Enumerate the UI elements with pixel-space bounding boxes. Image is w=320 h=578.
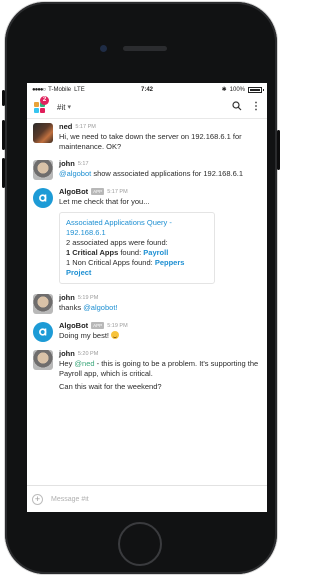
attachment-text: found: — [118, 248, 144, 257]
timestamp: 5:20 PM — [77, 350, 99, 357]
volume-down-button — [2, 158, 5, 188]
avatar[interactable] — [33, 160, 53, 180]
message-item: john 5:17 @algobot show associated appli… — [33, 159, 261, 180]
author-name[interactable]: john — [59, 293, 75, 302]
algobot-icon — [39, 194, 47, 202]
status-time: 7:42 — [140, 86, 153, 93]
message-text-start: thanks — [59, 303, 84, 312]
message-header: ned 5:17 PM — [59, 122, 261, 131]
message-text: Doing my best! — [59, 331, 261, 341]
status-bar: ●●●●○ T-Mobile LTE 7:42 ✱ 100% — [27, 83, 267, 96]
team-switcher[interactable]: 2 — [33, 96, 49, 114]
message-header: AlgoBot APP 5:19 PM — [59, 321, 261, 330]
message-header: john 5:17 — [59, 159, 261, 168]
home-button[interactable] — [118, 522, 162, 566]
mute-switch — [2, 90, 5, 106]
message-body: AlgoBot APP 5:17 PM Let me check that fo… — [59, 187, 261, 286]
avatar[interactable] — [33, 123, 53, 143]
app-tag: APP — [91, 322, 105, 329]
battery-level-fill — [250, 88, 260, 91]
message-body: john 5:17 @algobot show associated appli… — [59, 159, 261, 180]
earpiece-speaker — [123, 46, 167, 51]
more-vertical-icon[interactable]: ⋮ — [251, 102, 261, 112]
battery-icon — [248, 86, 264, 93]
chevron-down-icon[interactable]: ▾ — [67, 103, 71, 111]
critical-apps-label: 1 Critical Apps — [66, 248, 119, 257]
author-name[interactable]: john — [59, 349, 75, 358]
query-result-card: Associated Applications Query - 192.168.… — [59, 212, 215, 284]
avatar[interactable] — [33, 350, 53, 370]
header-actions: ⋮ — [232, 98, 261, 116]
message-item: john 5:20 PM Hey @ned - this is going to… — [33, 349, 261, 392]
message-item: ned 5:17 PM Hi, we need to take down the… — [33, 122, 261, 152]
author-name[interactable]: john — [59, 159, 75, 168]
timestamp: 5:17 PM — [107, 188, 128, 195]
algobot-icon — [39, 328, 47, 336]
timestamp: 5:17 PM — [75, 123, 96, 130]
author-name[interactable]: AlgoBot — [59, 187, 88, 196]
volume-up-button — [2, 120, 5, 150]
message-item: AlgoBot APP 5:19 PM Doing my best! — [33, 321, 261, 342]
message-body: john 5:19 PM thanks @algobot! — [59, 293, 261, 314]
mention-link[interactable]: @ned — [74, 359, 94, 368]
message-text: thanks @algobot! — [59, 303, 261, 313]
app-screen: ●●●●○ T-Mobile LTE 7:42 ✱ 100% 2 #it ▾ ⋮… — [27, 83, 267, 512]
unread-badge: 2 — [40, 96, 49, 105]
message-composer: + — [27, 485, 267, 512]
attachment-line: 1 Non Critical Apps found: Peppers Proje… — [66, 258, 208, 278]
message-input[interactable] — [51, 495, 231, 503]
message-item: AlgoBot APP 5:17 PM Let me check that fo… — [33, 187, 261, 286]
timestamp: 5:17 — [77, 160, 89, 167]
avatar[interactable] — [33, 188, 53, 208]
smile-emoji-icon — [111, 331, 120, 339]
attachment-title[interactable]: Associated Applications Query - 192.168.… — [66, 218, 208, 238]
search-icon[interactable] — [232, 98, 242, 116]
attachment-text: 1 Non Critical Apps found: — [66, 258, 155, 267]
author-name[interactable]: AlgoBot — [59, 321, 88, 330]
message-text: Hi, we need to take down the server on 1… — [59, 132, 242, 151]
message-text: @algobot show associated applications fo… — [59, 169, 261, 179]
message-header: john 5:19 PM — [59, 293, 261, 302]
message-item: john 5:19 PM thanks @algobot! — [33, 293, 261, 314]
attachment-line: 1 Critical Apps found: Payroll — [66, 248, 208, 258]
front-camera — [100, 45, 107, 52]
message-body: john 5:20 PM Hey @ned - this is going to… — [59, 349, 261, 392]
message-body: ned 5:17 PM Hi, we need to take down the… — [59, 122, 261, 152]
add-icon[interactable]: + — [32, 493, 43, 505]
avatar[interactable] — [33, 294, 53, 314]
message-header: john 5:20 PM — [59, 349, 261, 358]
channel-title[interactable]: #it — [57, 103, 65, 112]
message-header: AlgoBot APP 5:17 PM — [59, 187, 261, 196]
message-text-start: Hey — [59, 359, 75, 368]
avatar[interactable] — [33, 322, 53, 342]
message-list: ned 5:17 PM Hi, we need to take down the… — [27, 119, 267, 392]
payroll-link[interactable]: Payroll — [143, 248, 168, 257]
timestamp: 5:19 PM — [77, 294, 99, 301]
message-text: Can this wait for the weekend? — [59, 382, 162, 391]
attachment-line: 2 associated apps were found: — [66, 238, 168, 247]
message-body: AlgoBot APP 5:19 PM Doing my best! — [59, 321, 261, 342]
author-name[interactable]: ned — [59, 122, 72, 131]
timestamp: 5:19 PM — [107, 322, 128, 329]
channel-header: 2 #it ▾ ⋮ — [27, 96, 267, 119]
message-text-rest: show associated applications for 192.168… — [91, 169, 243, 178]
message-text: Let me check that for you... — [59, 197, 150, 206]
app-tag: APP — [91, 188, 105, 195]
mention-link[interactable]: @algobot! — [83, 303, 117, 312]
mention-link[interactable]: @algobot — [59, 169, 91, 178]
power-button — [277, 130, 280, 170]
message-text: Hey @ned - this is going to be a problem… — [59, 359, 261, 379]
message-text-start: Doing my best! — [59, 331, 112, 340]
